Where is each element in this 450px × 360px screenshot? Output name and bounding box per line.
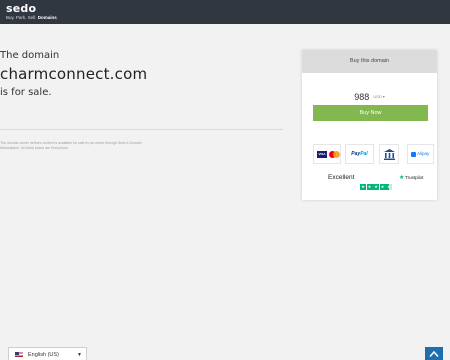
language-selector[interactable]: English (US) ▼: [8, 347, 87, 360]
caret-down-icon: ▼: [77, 352, 82, 358]
chevron-down-icon[interactable]: ▾: [383, 94, 385, 99]
price-value: 988: [354, 91, 370, 102]
price-row: 988 USD▾: [302, 88, 437, 106]
divider: [0, 129, 283, 130]
alipay-label: Alipay: [417, 151, 430, 156]
currency-select[interactable]: USD: [373, 94, 381, 99]
rating-stars: ★ ★ ★ ★ ★: [360, 175, 393, 190]
bank-transfer-icon: [379, 144, 399, 164]
language-label: English (US): [28, 352, 59, 358]
rating-label: Excellent: [328, 174, 355, 181]
buy-now-button[interactable]: Buy Now: [313, 105, 428, 121]
card-payment-icon: VISA: [313, 144, 341, 164]
chevron-up-icon: [429, 350, 439, 357]
top-bar: sedo Buy. Park. Sell. Domains: [0, 0, 450, 24]
card-title: Buy this domain: [302, 50, 437, 73]
paypal-wordmark: PayPal: [346, 145, 373, 163]
mastercard-icon-overlap: [333, 151, 340, 158]
scroll-to-top-button[interactable]: [425, 347, 443, 360]
paypal-word-b: Pal: [360, 151, 368, 157]
payment-methods: VISA PayPal Alipay: [313, 144, 434, 164]
disclaimer-text: The domain owner defines content is avai…: [0, 141, 142, 150]
sedo-logo[interactable]: sedo: [6, 3, 36, 14]
trustpilot-label: Trustpilot: [405, 175, 424, 180]
trustpilot-rating[interactable]: Excellent ★ ★ ★ ★ ★ ★ Trustpilot: [302, 173, 437, 190]
star-icon: ★: [379, 184, 386, 190]
paypal-icon: PayPal: [345, 144, 374, 164]
alipay-icon: Alipay: [407, 144, 434, 164]
domain-name: charmconnect.com: [0, 65, 148, 83]
star-icon: ★: [360, 184, 366, 190]
tagline-bold: Domains: [37, 15, 57, 20]
star-icon: ★: [373, 184, 379, 190]
tagline: Buy. Park. Sell. Domains: [6, 15, 57, 20]
for-sale-text: is for sale.: [0, 87, 52, 98]
tagline-prefix: Buy. Park. Sell.: [6, 15, 37, 20]
bank-icon: [384, 149, 395, 160]
trustpilot-star-icon: ★: [399, 175, 405, 181]
buy-domain-card: Buy this domain 988 USD▾ Buy Now VISA Pay…: [302, 50, 437, 200]
domain-intro: The domain: [0, 50, 60, 61]
visa-icon: VISA: [317, 151, 327, 158]
us-flag-icon: [15, 352, 23, 357]
star-icon: ★: [366, 184, 373, 190]
alipay-logo-mark: [411, 152, 416, 157]
paypal-word-a: Pay: [351, 151, 361, 157]
half-star-icon: ★: [386, 184, 392, 190]
